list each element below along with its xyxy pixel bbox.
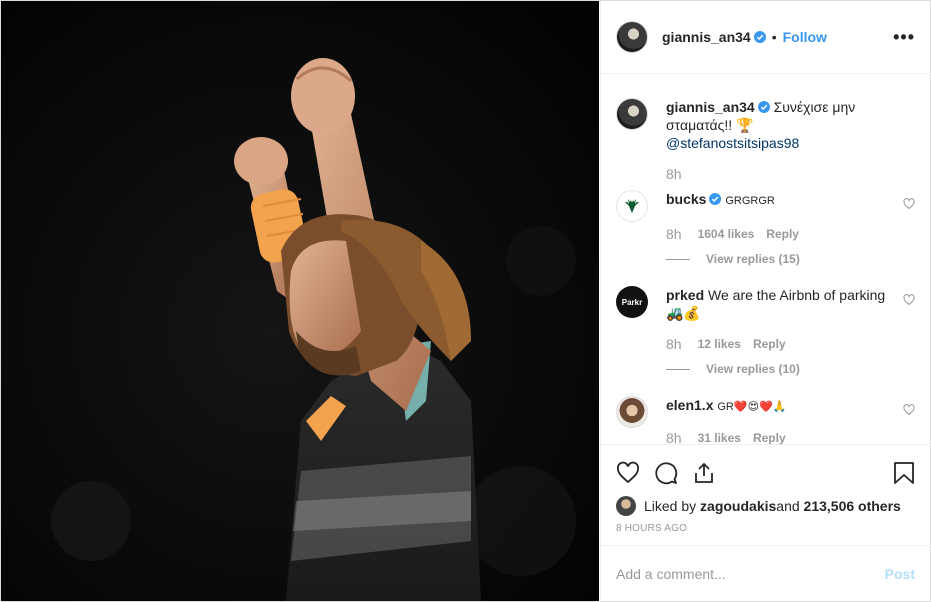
comment-text: GRGRGR	[725, 195, 775, 207]
comment-text: GR❤️😍❤️🙏	[717, 401, 787, 413]
liker-avatar[interactable]	[616, 496, 636, 516]
reply-button[interactable]: Reply	[753, 431, 786, 444]
comment-bubble-icon[interactable]	[654, 461, 678, 485]
likes-summary: Liked by zagoudakis and 213,506 others	[601, 491, 931, 521]
comment-item: Parkr prked We are the Airbnb of parking…	[616, 286, 915, 376]
post-photo[interactable]	[1, 1, 599, 601]
view-replies-button[interactable]: View replies (10)	[666, 362, 889, 376]
caption-author[interactable]: giannis_an34	[666, 99, 755, 115]
comment-time[interactable]: 8h	[666, 336, 682, 352]
add-comment-bar: Post	[601, 545, 931, 601]
comment-author-avatar[interactable]	[616, 190, 648, 222]
author-username[interactable]: giannis_an34	[662, 29, 751, 45]
verified-badge-icon	[757, 101, 770, 113]
comment-likes[interactable]: 1604 likes	[698, 227, 755, 241]
caption-author-avatar[interactable]	[616, 98, 648, 130]
like-comment-heart-icon[interactable]	[903, 404, 915, 416]
verified-badge-icon	[709, 193, 722, 205]
view-replies-line	[666, 368, 690, 370]
more-options-icon[interactable]: •••	[893, 28, 915, 46]
post-caption: giannis_an34 Συνέχισε μην σταματάς!! 🏆 @…	[616, 98, 915, 182]
comment-item: bucks GRGRGR 8h 1604 likes Reply View re…	[616, 190, 915, 266]
comment-time[interactable]: 8h	[666, 430, 682, 444]
view-replies-button[interactable]: View replies (15)	[666, 252, 889, 266]
comments-list[interactable]: giannis_an34 Συνέχισε μην σταματάς!! 🏆 @…	[601, 74, 931, 444]
post-sidebar: giannis_an34 • Follow ••• giannis_an34 Σ…	[600, 1, 931, 601]
caption-time[interactable]: 8h	[666, 166, 682, 182]
author-avatar[interactable]	[616, 21, 648, 53]
comment-item: elen1.x GR❤️😍❤️🙏 8h 31 likes Reply	[616, 396, 915, 444]
avatar-logo-text: Parkr	[621, 297, 643, 307]
post-comment-button[interactable]: Post	[885, 566, 915, 582]
comment-author[interactable]: elen1.x	[666, 397, 713, 413]
liker-username[interactable]: zagoudakis	[700, 498, 776, 514]
caption-mention-link[interactable]: @stefanostsitsipas98	[666, 135, 799, 151]
add-comment-input[interactable]	[616, 565, 885, 582]
reply-button[interactable]: Reply	[753, 337, 786, 351]
post-actions-bar	[601, 444, 931, 491]
like-heart-icon[interactable]	[616, 461, 640, 485]
comment-text-block: prked We are the Airbnb of parking🚜💰	[666, 286, 889, 322]
deer-logo-icon	[625, 199, 639, 213]
comment-author[interactable]: prked	[666, 287, 704, 303]
comment-likes[interactable]: 31 likes	[698, 431, 741, 444]
like-comment-heart-icon[interactable]	[903, 294, 915, 306]
comment-text-block: elen1.x GR❤️😍❤️🙏	[666, 396, 889, 416]
verified-badge-icon	[753, 31, 766, 43]
comment-author-avatar[interactable]: Parkr	[616, 286, 648, 318]
caption-text-block: giannis_an34 Συνέχισε μην σταματάς!! 🏆 @…	[666, 98, 889, 152]
instagram-post-modal: giannis_an34 • Follow ••• giannis_an34 Σ…	[0, 0, 931, 602]
separator-dot: •	[771, 29, 777, 45]
post-timestamp[interactable]: 8 HOURS AGO	[601, 523, 931, 539]
like-comment-heart-icon[interactable]	[903, 198, 915, 210]
likes-prefix: Liked by	[644, 498, 697, 514]
likes-count[interactable]: 213,506 others	[804, 498, 901, 514]
post-header: giannis_an34 • Follow •••	[601, 1, 931, 74]
comment-time[interactable]: 8h	[666, 226, 682, 242]
comment-likes[interactable]: 12 likes	[698, 337, 741, 351]
comment-author[interactable]: bucks	[666, 191, 706, 207]
comment-author-avatar[interactable]	[616, 396, 648, 428]
reply-button[interactable]: Reply	[766, 227, 799, 241]
likes-middle: and	[776, 498, 800, 514]
bookmark-save-icon[interactable]	[893, 461, 915, 485]
view-replies-label: View replies (10)	[706, 362, 800, 376]
view-replies-line	[666, 258, 690, 260]
comment-text-block: bucks GRGRGR	[666, 190, 889, 210]
follow-button[interactable]: Follow	[783, 29, 827, 45]
share-icon[interactable]	[692, 461, 716, 485]
view-replies-label: View replies (15)	[706, 252, 800, 266]
tennis-player-photo	[1, 1, 599, 601]
